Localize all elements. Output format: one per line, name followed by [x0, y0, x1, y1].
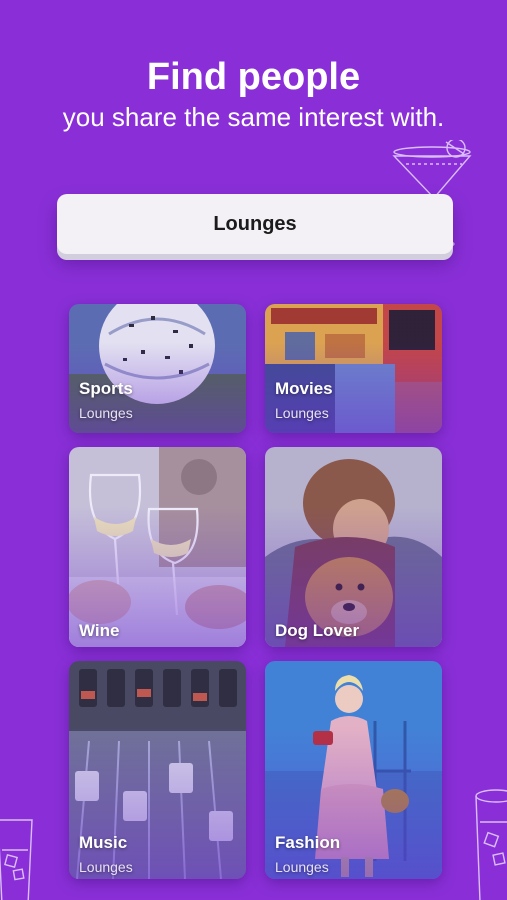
category-tile-wine[interactable]: Wine — [69, 447, 246, 647]
tile-sublabel: Lounges — [275, 859, 329, 875]
tile-label: Sports — [79, 379, 133, 398]
tile-label: Movies — [275, 379, 333, 398]
tumbler-glass-icon — [475, 789, 507, 900]
page-subtitle: you share the same interest with. — [62, 102, 445, 132]
tile-sublabel: Lounges — [275, 405, 329, 421]
category-tile-fashion[interactable]: Fashion Lounges — [265, 661, 442, 879]
tile-sublabel: Lounges — [79, 405, 133, 421]
lounges-button[interactable]: Lounges — [57, 194, 453, 254]
page-title: Find people — [146, 56, 361, 98]
tile-label: Fashion — [275, 833, 341, 852]
tile-label: Dog Lover — [275, 621, 360, 640]
category-tile-music[interactable]: Music Lounges — [69, 661, 246, 879]
tile-label: Music — [79, 833, 128, 852]
category-tile-sports[interactable]: Sports Lounges — [69, 304, 246, 433]
tile-sublabel: Lounges — [79, 859, 133, 875]
category-tile-movies[interactable]: Movies Lounges — [265, 304, 442, 433]
tile-label: Wine — [79, 621, 120, 640]
tumbler-glass-icon — [0, 819, 33, 900]
category-tile-dog-lover[interactable]: Dog Lover — [265, 447, 442, 647]
headline: Find people you share the same interest … — [0, 56, 507, 134]
